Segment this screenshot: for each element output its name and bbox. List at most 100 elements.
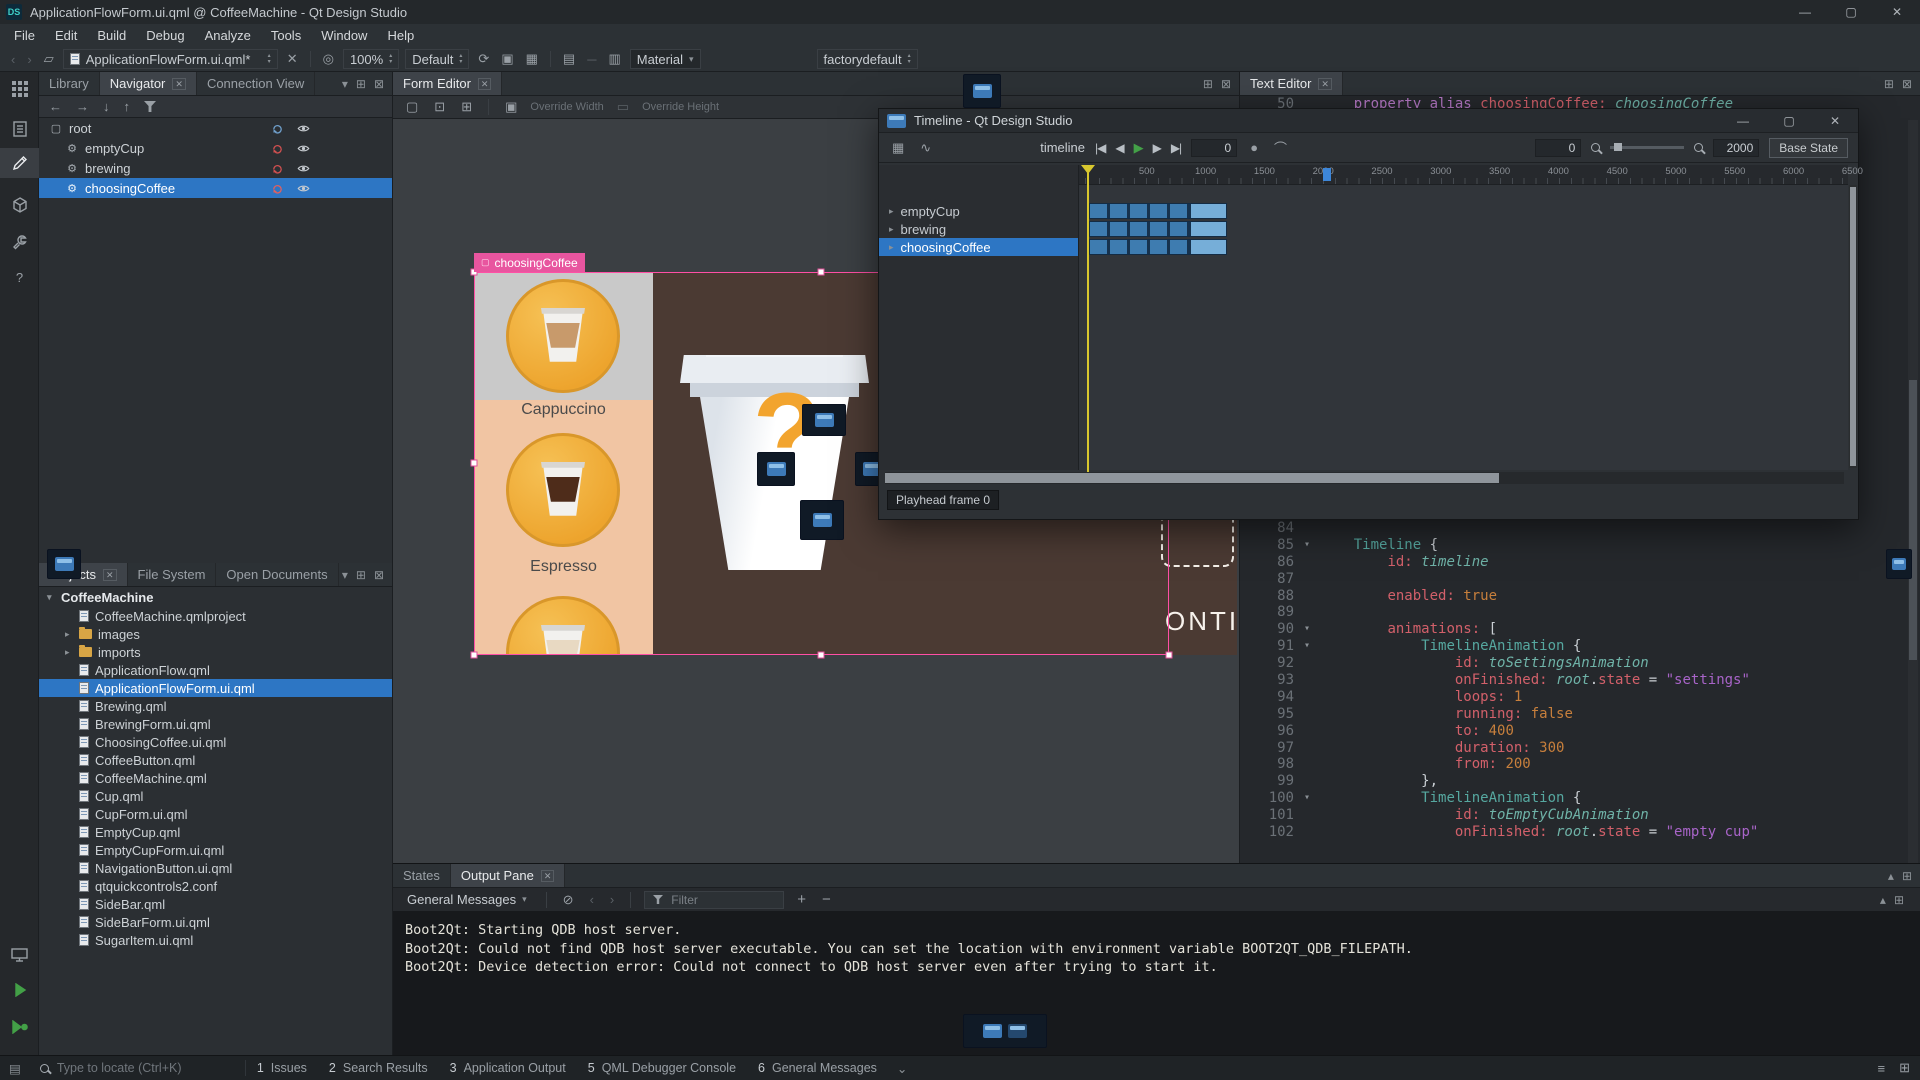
run-target-icon[interactable]: ◎ xyxy=(320,51,337,67)
project-file[interactable]: CoffeeMachine.qml xyxy=(39,769,392,787)
expand-arrow[interactable]: ▸ xyxy=(65,629,73,640)
editor-scrollbar[interactable] xyxy=(1908,120,1918,863)
timeline-titlebar[interactable]: Timeline - Qt Design Studio — ▢ ✕ xyxy=(879,109,1858,133)
curve-editor-icon[interactable]: ∿ xyxy=(917,140,934,156)
output-log[interactable]: Boot2Qt: Starting QDB host server.Boot2Q… xyxy=(393,912,1920,1055)
theme-selector[interactable]: Material ▾ xyxy=(630,49,701,69)
fold-marker[interactable] xyxy=(1294,571,1320,588)
debug-run-button[interactable] xyxy=(0,1012,39,1042)
close-pane-icon[interactable]: ⊠ xyxy=(1221,77,1231,91)
back-icon[interactable]: ‹ xyxy=(8,52,18,67)
close-tab-icon[interactable]: ✕ xyxy=(1318,78,1332,90)
to-end-button[interactable]: ▶| xyxy=(1171,141,1181,155)
nav-back-icon[interactable]: ← xyxy=(49,99,62,114)
kit-selector-monitor-icon[interactable] xyxy=(0,940,39,970)
current-frame-field[interactable]: 0 xyxy=(1191,139,1237,157)
sidebar-toggle-icon[interactable]: ▤ xyxy=(0,1056,30,1080)
tab-file-system[interactable]: File System xyxy=(128,563,217,586)
timeline-name[interactable]: timeline xyxy=(1040,140,1085,155)
end-frame-field[interactable]: 2000 xyxy=(1713,139,1759,157)
timeline-window[interactable]: Timeline - Qt Design Studio — ▢ ✕ ▦ ∿ ti… xyxy=(878,108,1859,520)
previous-frame-button[interactable]: ◀ xyxy=(1115,141,1123,155)
fold-marker[interactable] xyxy=(1294,706,1320,723)
tab-states[interactable]: States xyxy=(393,864,451,887)
project-file[interactable]: ApplicationFlowForm.ui.qml xyxy=(39,679,392,697)
device-selector[interactable]: factorydefault ▴▾ xyxy=(817,49,918,69)
to-start-button[interactable]: |◀ xyxy=(1095,141,1105,155)
project-file[interactable]: ApplicationFlow.qml xyxy=(39,661,392,679)
menu-item[interactable]: Analyze xyxy=(195,24,261,47)
projects-wrench-icon[interactable] xyxy=(0,227,39,257)
keyframe-bar[interactable] xyxy=(1090,204,1226,218)
menu-item[interactable]: Debug xyxy=(136,24,194,47)
output-filter-input[interactable]: Filter xyxy=(644,891,784,909)
project-file[interactable]: CoffeeButton.qml xyxy=(39,751,392,769)
export-toggle-icon[interactable] xyxy=(270,141,284,155)
document-spinner[interactable]: ▴▾ xyxy=(268,53,271,65)
visibility-eye-icon[interactable] xyxy=(296,141,310,155)
chevron-down-icon[interactable]: ▾ xyxy=(342,77,348,91)
start-frame-field[interactable]: 0 xyxy=(1535,139,1581,157)
fold-marker[interactable] xyxy=(1294,588,1320,605)
minimize-button[interactable]: — xyxy=(1782,0,1828,24)
export-toggle-icon[interactable] xyxy=(270,181,284,195)
style-spinner[interactable]: ▴▾ xyxy=(459,53,462,65)
clear-output-icon[interactable]: ⊘ xyxy=(560,892,577,908)
project-file[interactable]: NavigationButton.ui.qml xyxy=(39,859,392,877)
next-frame-button[interactable]: ▶ xyxy=(1153,141,1161,155)
navigator-item[interactable]: ▢ root xyxy=(39,118,392,138)
timeline-horizontal-scrollbar[interactable] xyxy=(885,472,1844,484)
device-spinner[interactable]: ▴▾ xyxy=(908,53,911,65)
override-width-field[interactable]: ▭ xyxy=(614,99,632,115)
project-file[interactable]: ▸ images xyxy=(39,625,392,643)
record-icon[interactable]: ● xyxy=(1247,140,1261,155)
navigator-item[interactable]: ⚙ emptyCup xyxy=(39,138,392,158)
resize-handle-w[interactable] xyxy=(471,460,478,467)
marquee-tool-icon[interactable]: ⊡ xyxy=(431,99,448,115)
grid-icon[interactable]: ▦ xyxy=(523,51,541,67)
menu-item[interactable]: Help xyxy=(377,24,424,47)
output-pane-button[interactable]: 5 QML Debugger Console xyxy=(577,1056,747,1080)
design-mode-pencil-icon[interactable] xyxy=(0,148,39,178)
border-icon[interactable]: ▤ xyxy=(560,51,578,67)
fold-marker[interactable] xyxy=(1294,824,1320,841)
move-down-icon[interactable]: ↓ xyxy=(103,99,110,114)
timeline-track[interactable]: ▸ choosingCoffee xyxy=(879,238,1078,256)
line-icon[interactable]: ─ xyxy=(584,52,599,67)
expand-arrow[interactable]: ▸ xyxy=(65,647,73,658)
output-pane-button[interactable]: 1 Issues xyxy=(246,1056,318,1080)
edit-mode-icon[interactable] xyxy=(0,114,39,144)
close-tab-icon[interactable]: ✕ xyxy=(172,78,186,90)
project-file[interactable]: Cup.qml xyxy=(39,787,392,805)
output-pane-button[interactable]: 3 Application Output xyxy=(439,1056,577,1080)
resize-handle-se[interactable] xyxy=(1166,652,1173,659)
locator-input[interactable]: Type to locate (Ctrl+K) xyxy=(30,1056,245,1080)
fold-marker[interactable] xyxy=(1294,773,1320,790)
help-icon[interactable]: ? xyxy=(0,262,39,292)
maximize-pane-icon[interactable]: ▴ xyxy=(1880,893,1886,907)
scrollbar-thumb[interactable] xyxy=(885,473,1499,483)
easing-curve-icon[interactable]: ⌒ xyxy=(1271,138,1290,157)
menu-item[interactable]: Window xyxy=(311,24,377,47)
run-button[interactable] xyxy=(0,975,39,1005)
fold-marker[interactable] xyxy=(1294,689,1320,706)
menu-item[interactable]: Edit xyxy=(45,24,87,47)
tab-connection-view[interactable]: Connection View xyxy=(197,72,315,95)
expand-panel-icon[interactable]: ⊞ xyxy=(1899,1060,1910,1076)
all-modes-grid-icon[interactable] xyxy=(0,74,39,104)
fold-marker[interactable]: ▾ xyxy=(1294,638,1320,655)
scrollbar-thumb[interactable] xyxy=(1909,380,1917,660)
expand-arrow[interactable]: ▸ xyxy=(889,242,894,253)
zoom-out-icon[interactable] xyxy=(1591,143,1600,152)
move-tool-icon[interactable]: ⊞ xyxy=(458,99,475,115)
expand-arrow[interactable]: ▸ xyxy=(889,224,894,235)
hamburger-menu-icon[interactable]: ≡ xyxy=(1878,1061,1886,1076)
close-tab-icon[interactable]: ✕ xyxy=(541,870,555,882)
zoom-selector[interactable]: 100% ▴▾ xyxy=(343,49,399,69)
zoom-spinner[interactable]: ▴▾ xyxy=(389,53,392,65)
playhead-marker[interactable] xyxy=(1081,165,1095,174)
collapse-pane-icon[interactable]: ▴ xyxy=(1888,869,1894,883)
project-file[interactable]: EmptyCup.qml xyxy=(39,823,392,841)
resize-handle-sw[interactable] xyxy=(471,652,478,659)
tab-navigator[interactable]: Navigator ✕ xyxy=(100,72,197,95)
